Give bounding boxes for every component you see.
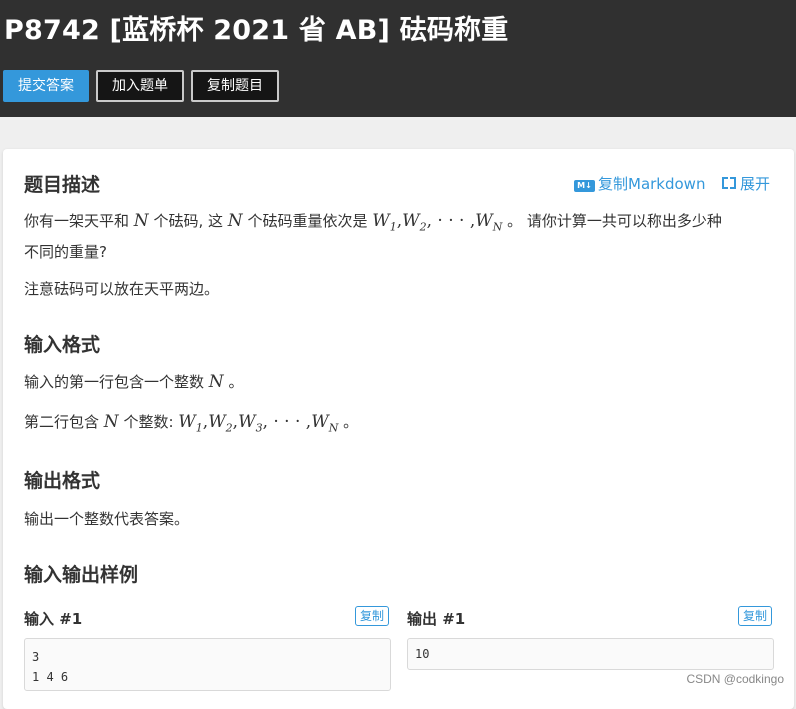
problem-header: P8742 [蓝桥杯 2021 省 AB] 砝码称重 提交答案 加入题单 复制题…	[0, 0, 796, 117]
copy-input-button[interactable]: 复制	[355, 606, 389, 626]
output-format-line-1: 输出一个整数代表答案。	[24, 510, 190, 528]
expand-icon	[722, 177, 736, 189]
copy-markdown-button[interactable]: M↓ 复制Markdown	[574, 173, 705, 194]
expand-button[interactable]: 展开	[722, 173, 770, 194]
description-line-1: 你有一架天平和 N 个砝码, 这 N 个砝码重量依次是 W1,W2, · · ·…	[24, 211, 722, 234]
sample-input-label: 输入 #1	[24, 610, 83, 628]
input-format-line-2: 第二行包含 N 个整数: W1,W2,W3, · · · ,WN 。	[24, 412, 359, 435]
sample-input-box[interactable]: 3 1 4 6	[24, 638, 391, 691]
description-note: 注意砝码可以放在天平两边。	[24, 280, 220, 298]
add-to-list-button[interactable]: 加入题单	[96, 70, 184, 102]
copy-problem-button[interactable]: 复制题目	[191, 70, 279, 102]
copy-markdown-label: 复制Markdown	[598, 175, 706, 193]
expand-label: 展开	[740, 175, 771, 193]
csdn-watermark: CSDN @codkingo	[686, 672, 784, 686]
submit-answer-button[interactable]: 提交答案	[3, 70, 89, 102]
sample-output-box[interactable]: 10	[407, 638, 774, 670]
samples-heading: 输入输出样例	[24, 564, 139, 586]
markdown-icon: M↓	[574, 180, 595, 192]
sample-output-label: 输出 #1	[407, 610, 466, 628]
copy-output-button[interactable]: 复制	[738, 606, 772, 626]
description-line-2: 不同的重量?	[24, 243, 107, 261]
input-format-line-1: 输入的第一行包含一个整数 N 。	[24, 372, 244, 392]
problem-title: P8742 [蓝桥杯 2021 省 AB] 砝码称重	[4, 15, 509, 46]
output-format-heading: 输出格式	[24, 470, 101, 492]
problem-card: 题目描述 M↓ 复制Markdown 展开 你有一架天平和 N 个砝码, 这 N …	[3, 149, 794, 709]
description-heading: 题目描述	[24, 174, 101, 196]
input-format-heading: 输入格式	[24, 334, 101, 356]
